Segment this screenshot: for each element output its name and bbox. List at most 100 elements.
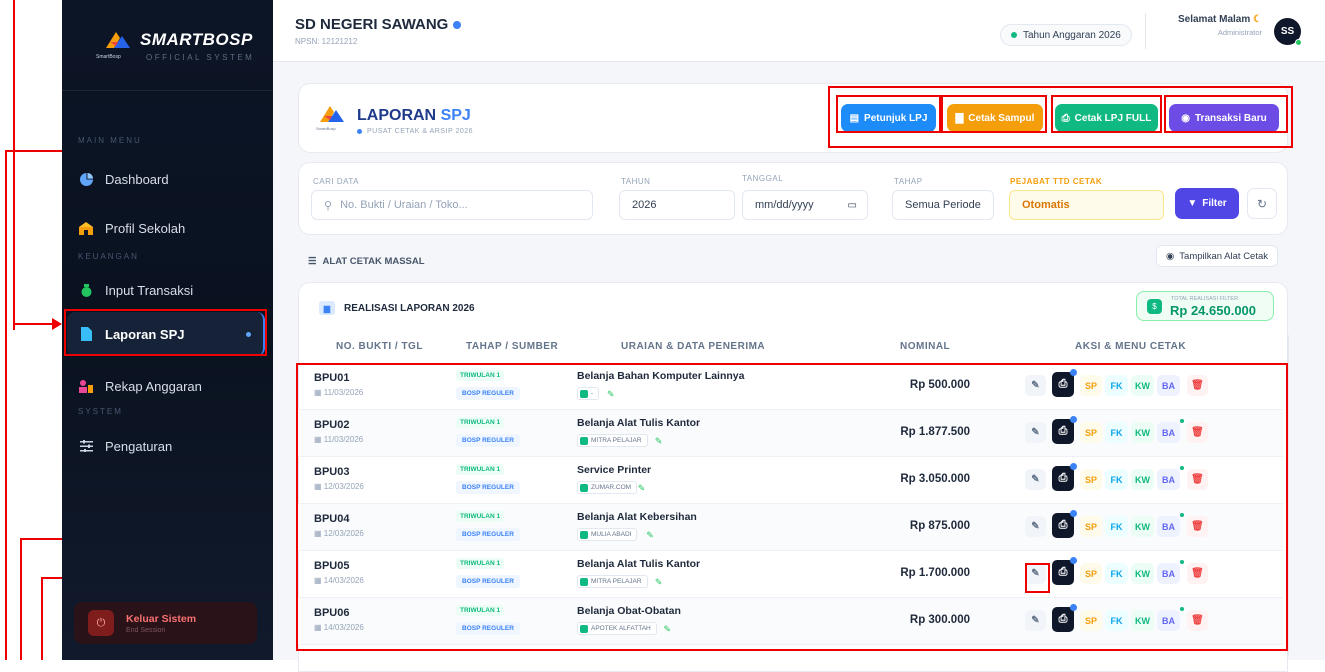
money-icon: $ bbox=[1147, 299, 1162, 314]
delete-button[interactable]: 🗑 bbox=[1187, 610, 1208, 631]
print-fk-button[interactable]: FK bbox=[1105, 563, 1128, 584]
print-sp-button[interactable]: SP bbox=[1080, 422, 1102, 443]
print-sp-button[interactable]: SP bbox=[1080, 563, 1102, 584]
delete-button[interactable]: 🗑 bbox=[1187, 375, 1208, 396]
verified-icon bbox=[453, 20, 462, 29]
print-fk-button[interactable]: FK bbox=[1105, 469, 1128, 490]
filter-button[interactable]: ▼ Filter bbox=[1175, 188, 1239, 219]
sidebar-item-label: Profil Sekolah bbox=[105, 220, 186, 236]
delete-button[interactable]: 🗑 bbox=[1187, 469, 1208, 490]
transaksi-baru-button[interactable]: ◉ Transaksi Baru bbox=[1169, 104, 1279, 132]
print-button[interactable]: ⎙ bbox=[1052, 510, 1077, 538]
edit-recipient-icon[interactable]: ✎ bbox=[646, 530, 654, 541]
table-row[interactable]: BPU02 ▦ 11/03/2026 TRIWULAN 1 BOSP REGULER B… bbox=[296, 410, 1283, 457]
tahap-select[interactable]: Semua Periode bbox=[892, 190, 994, 220]
print-ba-button[interactable]: BA bbox=[1157, 422, 1180, 443]
total-realisasi-box: $ TOTAL REALISASI FILTER Rp 24.650.000 bbox=[1136, 291, 1274, 321]
status-dot bbox=[1180, 560, 1184, 564]
print-ba-button[interactable]: BA bbox=[1157, 610, 1180, 631]
print-kw-button[interactable]: KW bbox=[1131, 610, 1154, 631]
print-button[interactable]: ⎙ bbox=[1052, 604, 1077, 632]
print-ba-button[interactable]: BA bbox=[1157, 563, 1180, 584]
edit-button[interactable]: ✎ bbox=[1025, 516, 1046, 537]
edit-button[interactable]: ✎ bbox=[1025, 375, 1046, 396]
table-row[interactable]: BPU06 ▦ 14/03/2026 TRIWULAN 1 BOSP REGULER B… bbox=[296, 598, 1283, 645]
edit-button[interactable]: ✎ bbox=[1025, 422, 1046, 443]
scrollbar[interactable] bbox=[1287, 335, 1289, 655]
annotation-line bbox=[13, 323, 53, 325]
sidebar-item-laporan-spj[interactable]: Laporan SPJ bbox=[67, 312, 265, 356]
edit-recipient-icon[interactable]: ✎ bbox=[655, 436, 663, 447]
edit-button[interactable]: ✎ bbox=[1025, 469, 1046, 490]
print-button[interactable]: ⎙ bbox=[1052, 369, 1077, 397]
print-fk-button[interactable]: FK bbox=[1105, 422, 1128, 443]
penerima-badge: MITRA PELAJAR bbox=[577, 434, 648, 447]
tahun-field[interactable]: 2026 bbox=[619, 190, 735, 220]
print-sp-button[interactable]: SP bbox=[1080, 375, 1102, 396]
store-icon bbox=[580, 483, 588, 492]
print-sp-button[interactable]: SP bbox=[1080, 469, 1102, 490]
print-kw-button[interactable]: KW bbox=[1131, 563, 1154, 584]
print-button[interactable]: ⎙ bbox=[1052, 463, 1077, 491]
logo-caption: SmartBosp bbox=[316, 126, 336, 131]
print-ba-button[interactable]: BA bbox=[1157, 375, 1180, 396]
print-button[interactable]: ⎙ bbox=[1052, 557, 1077, 585]
print-fk-button[interactable]: FK bbox=[1105, 610, 1128, 631]
delete-button[interactable]: 🗑 bbox=[1187, 422, 1208, 443]
notification-dot bbox=[1070, 463, 1077, 470]
total-label: TOTAL REALISASI FILTER bbox=[1171, 296, 1239, 302]
table-row[interactable]: BPU05 ▦ 14/03/2026 TRIWULAN 1 BOSP REGULER B… bbox=[296, 551, 1283, 598]
show-print-tools-button[interactable]: ◉ Tampilkan Alat Cetak bbox=[1156, 245, 1279, 267]
table-row[interactable]: BPU03 ▦ 12/03/2026 TRIWULAN 1 BOSP REGULER S… bbox=[296, 457, 1283, 504]
sidebar-item-dashboard[interactable]: Dashboard bbox=[67, 157, 265, 201]
edit-icon: ✎ bbox=[1031, 521, 1040, 532]
cetak-lpj-full-button[interactable]: ⎙ Cetak LPJ FULL bbox=[1055, 104, 1158, 132]
sidebar-item-profil-sekolah[interactable]: Profil Sekolah bbox=[67, 206, 265, 250]
delete-button[interactable]: 🗑 bbox=[1187, 563, 1208, 584]
print-sp-button[interactable]: SP bbox=[1080, 516, 1102, 537]
cetak-sampul-button[interactable]: ▇ Cetak Sampul bbox=[947, 104, 1043, 132]
logout-button[interactable]: ⏻ Keluar Sistem End Session bbox=[74, 602, 257, 644]
print-button[interactable]: ⎙ bbox=[1052, 416, 1077, 444]
print-icon: ⎙ bbox=[1058, 519, 1068, 531]
print-kw-button[interactable]: KW bbox=[1131, 469, 1154, 490]
trash-icon: 🗑 bbox=[1191, 615, 1204, 626]
edit-button[interactable]: ✎ bbox=[1025, 610, 1046, 631]
sidebar-item-label: Laporan SPJ bbox=[105, 326, 185, 342]
school-icon bbox=[79, 221, 93, 235]
print-ba-button[interactable]: BA bbox=[1157, 516, 1180, 537]
print-sp-button[interactable]: SP bbox=[1080, 610, 1102, 631]
edit-recipient-icon[interactable]: ✎ bbox=[664, 624, 672, 635]
money-bag-icon bbox=[79, 283, 93, 297]
avatar[interactable]: SS bbox=[1274, 18, 1302, 46]
print-fk-button[interactable]: FK bbox=[1105, 516, 1128, 537]
print-icon: ⎙ bbox=[1058, 613, 1068, 625]
print-fk-button[interactable]: FK bbox=[1105, 375, 1128, 396]
table-row[interactable]: BPU04 ▦ 12/03/2026 TRIWULAN 1 BOSP REGULER B… bbox=[296, 504, 1283, 551]
edit-button[interactable]: ✎ bbox=[1025, 563, 1046, 584]
print-kw-button[interactable]: KW bbox=[1131, 516, 1154, 537]
print-kw-button[interactable]: KW bbox=[1131, 422, 1154, 443]
edit-recipient-icon[interactable]: ✎ bbox=[607, 389, 615, 400]
calendar-icon: ▦ bbox=[314, 482, 324, 491]
sidebar-item-input-transaksi[interactable]: Input Transaksi bbox=[67, 268, 265, 312]
print-kw-button[interactable]: KW bbox=[1131, 375, 1154, 396]
npsn: NPSN: 12121212 bbox=[295, 37, 358, 46]
print-ba-button[interactable]: BA bbox=[1157, 469, 1180, 490]
edit-recipient-icon[interactable]: ✎ bbox=[655, 577, 663, 588]
top-bar: SD NEGERI SAWANG NPSN: 12121212 Tahun An… bbox=[273, 0, 1325, 62]
sidebar-item-pengaturan[interactable]: Pengaturan bbox=[67, 424, 265, 468]
petunjuk-lpj-button[interactable]: ▤ Petunjuk LPJ bbox=[841, 104, 936, 132]
search-input[interactable]: ⚲ No. Bukti / Uraian / Toko... bbox=[311, 190, 593, 220]
pie-chart-icon bbox=[79, 172, 93, 186]
pejabat-select[interactable]: Otomatis bbox=[1009, 190, 1164, 220]
table-row[interactable]: BPU01 ▦ 11/03/2026 TRIWULAN 1 BOSP REGULER B… bbox=[296, 363, 1283, 410]
sidebar-item-rekap-anggaran[interactable]: Rekap Anggaran bbox=[67, 364, 265, 408]
edit-recipient-icon[interactable]: ✎ bbox=[638, 483, 646, 494]
reset-button[interactable]: ↻ bbox=[1247, 188, 1277, 219]
user-role: Administrator bbox=[1217, 28, 1262, 37]
store-icon bbox=[580, 530, 588, 539]
print-icon: ⎙ bbox=[1058, 425, 1068, 437]
tanggal-field[interactable]: mm/dd/yyyy ▭ bbox=[742, 190, 868, 220]
delete-button[interactable]: 🗑 bbox=[1187, 516, 1208, 537]
